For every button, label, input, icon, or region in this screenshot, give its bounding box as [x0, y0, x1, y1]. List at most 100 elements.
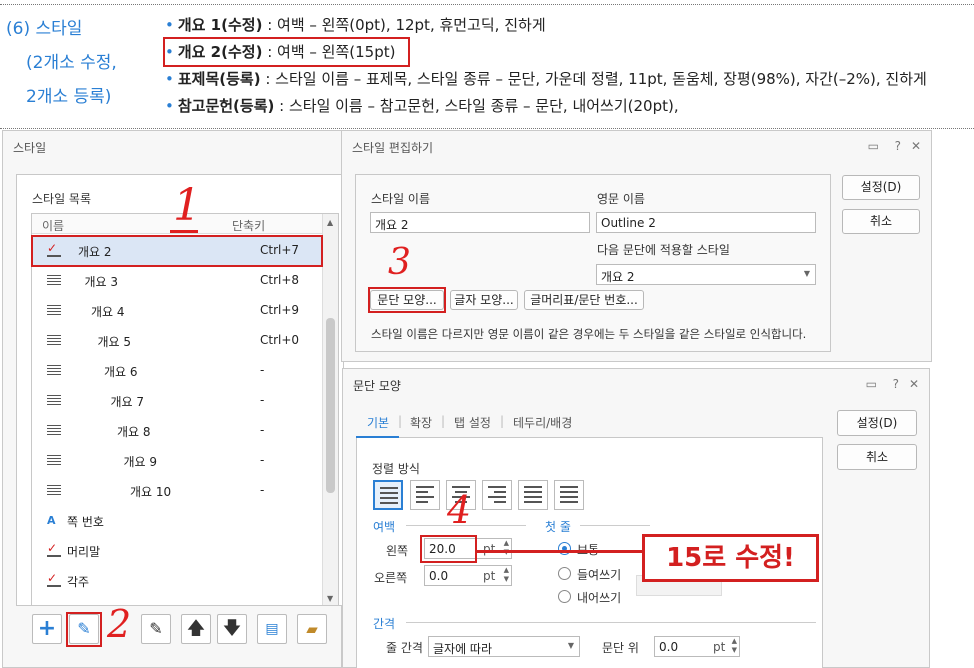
spinner-icon[interactable]: ▲ ▼ [732, 637, 737, 655]
style-name: 개요 9 [123, 455, 158, 469]
instruction-line: • 표제목(등록) : 스타일 이름 – 표제목, 스타일 종류 – 문단, 가운… [165, 70, 927, 88]
char-shape-button[interactable]: 글자 모양... [450, 290, 518, 310]
section-sub2: 2개소 등록) [26, 87, 112, 108]
spinner-icon[interactable]: ▲ ▼ [504, 566, 509, 584]
style-row[interactable]: 개요 3 Ctrl+8 [33, 266, 321, 296]
move-up-button[interactable]: 🡅 [181, 614, 211, 644]
edit-char-style-button[interactable]: ✎ [141, 614, 171, 644]
margin-label: 여백 [373, 520, 396, 534]
chevron-down-icon: ▼ [567, 641, 574, 650]
instruction-line: • 참고문헌(등록) : 스타일 이름 – 참고문헌, 스타일 종류 – 문단, … [165, 97, 679, 115]
callout-box: 15로 수정! [642, 534, 819, 582]
style-shortcut: Ctrl+0 [260, 333, 300, 347]
list-scrollbar[interactable]: ▲ ▼ [322, 214, 338, 605]
chevron-down-icon: ▼ [803, 269, 810, 278]
scroll-up-icon[interactable]: ▲ [327, 218, 333, 227]
highlight-edit-button [66, 612, 102, 647]
align-distribute-button[interactable] [518, 480, 548, 510]
tab-sep: | [398, 414, 403, 428]
style-name: 각주 [67, 575, 90, 589]
bullet-button[interactable]: 글머리표/문단 번호... [524, 290, 644, 310]
paragraph-style-icon [47, 335, 61, 347]
dialog-menu-icon[interactable]: ▭ [868, 139, 879, 153]
style-name-input[interactable]: 개요 2 [370, 212, 590, 233]
next-style-select[interactable]: 개요 2 ▼ [596, 264, 816, 285]
line-spacing-value: 글자에 따라 [433, 642, 493, 656]
ok-button[interactable]: 설정(D) [837, 410, 917, 436]
annotation-number: 3 [388, 242, 411, 283]
open-folder-button[interactable]: ▰ [297, 614, 327, 644]
style-name: 개요 3 [84, 275, 119, 289]
eng-name-input[interactable]: Outline 2 [596, 212, 816, 233]
align-left-button[interactable] [410, 480, 440, 510]
style-name: 개요 10 [130, 485, 172, 499]
style-name: 개요 4 [91, 305, 125, 319]
character-style-icon: A [47, 514, 56, 527]
help-icon[interactable]: ? [893, 377, 899, 391]
style-row[interactable]: 개요 9 - [33, 446, 321, 476]
style-shortcut: - [260, 363, 265, 377]
cancel-button[interactable]: 취소 [837, 444, 917, 470]
style-shortcut: - [260, 483, 265, 497]
col-name[interactable]: 이름 [42, 217, 64, 234]
active-tab-indicator [356, 436, 399, 438]
paragraph-checked-icon: ✓ [47, 541, 61, 557]
style-row[interactable]: A 쪽 번호 [33, 506, 321, 536]
style-name: 개요 8 [117, 425, 151, 439]
annotation-number: 1 [173, 180, 201, 231]
ok-button[interactable]: 설정(D) [842, 175, 920, 200]
help-icon[interactable]: ? [895, 139, 901, 153]
tab-extend[interactable]: 확장 [410, 414, 432, 431]
style-list-label: 스타일 목록 [32, 192, 92, 206]
import-style-button[interactable]: ▤ [257, 614, 287, 644]
style-name-label: 스타일 이름 [371, 192, 431, 206]
tab-sep: | [441, 414, 446, 428]
spinner-icon[interactable]: ▲ ▼ [504, 539, 509, 557]
cancel-button[interactable]: 취소 [842, 209, 920, 234]
dialog-menu-icon[interactable]: ▭ [866, 377, 877, 391]
radio-normal[interactable] [558, 542, 571, 555]
scroll-down-icon[interactable]: ▼ [327, 594, 333, 603]
paragraph-style-icon [47, 395, 61, 407]
line-spacing-select[interactable]: 글자에 따라 ▼ [428, 636, 580, 657]
close-icon[interactable]: ✕ [911, 139, 921, 153]
align-divide-button[interactable] [554, 480, 584, 510]
instruction-line: • 개요 1(수정) : 여백 – 왼쪽(0pt), 12pt, 휴먼고딕, 진하… [165, 16, 546, 34]
space-before-input[interactable]: 0.0 pt ▲ ▼ [654, 636, 740, 657]
callout-connector [476, 550, 644, 553]
style-row[interactable]: 개요 5 Ctrl+0 [33, 326, 321, 356]
right-margin-label: 오른쪽 [374, 571, 408, 585]
style-name: 개요 7 [110, 395, 145, 409]
tab-basic[interactable]: 기본 [367, 414, 389, 431]
line-spacing-label: 줄 간격 [386, 641, 423, 655]
style-name: 머리말 [67, 545, 101, 559]
close-icon[interactable]: ✕ [909, 377, 919, 391]
tab-border[interactable]: 테두리/배경 [513, 414, 572, 431]
style-row[interactable]: 개요 4 Ctrl+9 [33, 296, 321, 326]
style-row[interactable]: 개요 8 - [33, 416, 321, 446]
spacing-label: 간격 [373, 617, 396, 631]
style-row[interactable]: 개요 10 - [33, 476, 321, 506]
radio-indent-label: 들여쓰기 [577, 568, 622, 582]
align-right-button[interactable] [482, 480, 512, 510]
paragraph-style-icon [47, 305, 61, 317]
right-margin-input[interactable]: 0.0 pt ▲ ▼ [424, 565, 512, 586]
style-name: 개요 5 [97, 335, 132, 349]
radio-hanging[interactable] [558, 590, 571, 603]
scroll-thumb[interactable] [326, 318, 335, 493]
highlight-selected-row [31, 235, 323, 267]
section-sub1: (2개소 수정, [26, 53, 117, 74]
col-shortcut[interactable]: 단축키 [232, 217, 265, 234]
style-row[interactable]: 개요 6 - [33, 356, 321, 386]
style-row[interactable]: ✓ 머리말 [33, 536, 321, 566]
move-down-button[interactable]: 🡇 [217, 614, 247, 644]
pencil-ab-icon: ✎ [149, 619, 163, 638]
unit-label: pt [713, 640, 726, 654]
style-row[interactable]: ✓ 각주 [33, 566, 321, 596]
add-style-button[interactable]: + [32, 614, 62, 644]
radio-indent[interactable] [558, 567, 571, 580]
tab-tabs[interactable]: 탭 설정 [454, 414, 491, 431]
align-justify-button[interactable] [373, 480, 403, 510]
style-list: 이름 단축키 ✓ 개요 2 Ctrl+7 개요 3 Ctrl+8 개요 4 Ctrl+9 개요… [31, 213, 339, 606]
style-row[interactable]: 개요 7 - [33, 386, 321, 416]
